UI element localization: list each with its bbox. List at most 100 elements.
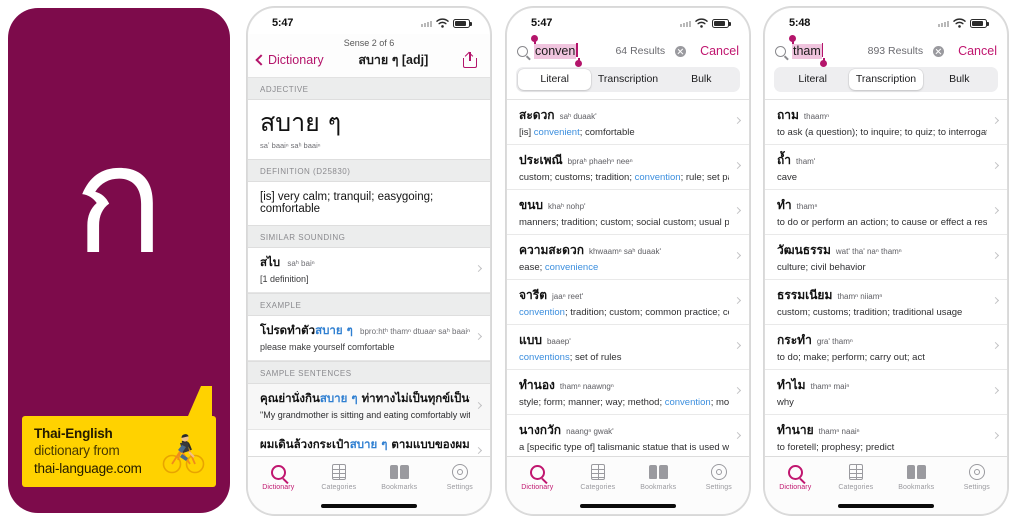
definition-text: [is] very calm; tranquil; easygoing; com… <box>260 191 434 215</box>
search-icon <box>270 464 286 480</box>
back-to-dictionary-button[interactable]: Dictionary <box>255 53 324 67</box>
sample-thai-highlight: สบาย ๆ <box>319 391 358 406</box>
selection-handle-end[interactable] <box>820 58 828 67</box>
clear-search-button[interactable] <box>933 45 945 57</box>
search-result-row[interactable]: จารีต jaaⁿ reetʹ convention; tradition; cu… <box>507 280 749 325</box>
search-result-row[interactable]: ทำไม thamⁿ maiⁿ why <box>765 370 1007 415</box>
search-result-row[interactable]: นางกวัก naangⁿ gwakʹ a [specific type of] … <box>507 415 749 456</box>
home-indicator <box>765 498 1007 514</box>
cancel-button[interactable]: Cancel <box>958 44 997 58</box>
tab-bookmarks[interactable]: Bookmarks <box>628 463 689 491</box>
search-result-row[interactable]: สะดวก saʰ duaakʹ [is] convenient; comforta… <box>507 100 749 145</box>
battery-icon <box>712 18 731 28</box>
segment-bulk[interactable]: Bulk <box>665 69 738 90</box>
chevron-right-icon <box>991 386 1000 395</box>
search-input[interactable]: conven <box>531 35 582 67</box>
tab-dictionary[interactable]: Dictionary <box>507 463 568 491</box>
chevron-right-icon <box>991 296 1000 305</box>
tab-label: Settings <box>446 483 473 491</box>
section-header-example: EXAMPLE <box>248 293 490 317</box>
cellular-signal-icon <box>680 20 691 27</box>
segment-transcription[interactable]: Transcription <box>591 69 664 90</box>
search-input[interactable]: tham <box>789 35 828 67</box>
search-result-row[interactable]: ทำนอง thamⁿ naawngⁿ style; form; manner; w… <box>507 370 749 415</box>
chevron-right-icon <box>991 251 1000 260</box>
tab-bookmarks[interactable]: Bookmarks <box>886 463 947 491</box>
example-row[interactable]: โปรดทำตัวสบาย ๆ bpro:htʰ thamⁿ dtuaaⁿ sa… <box>248 316 490 362</box>
thai-ko-kai-glyph: ก <box>73 114 165 288</box>
search-results-list[interactable]: ถาม thaamⁿ to ask (a question); to inquire… <box>765 100 1007 456</box>
tab-categories[interactable]: Categories <box>568 463 629 491</box>
sample-sentence-row[interactable]: คุณย่านั่งกินสบาย ๆ ท่าทางไม่เป็นทุกข์เป… <box>248 384 490 430</box>
search-result-row[interactable]: ทำ thamⁿ to do or perform an action; to ca… <box>765 190 1007 235</box>
chevron-right-icon <box>474 333 483 341</box>
selection-handle-end[interactable] <box>574 58 582 67</box>
results-count: 893 Results <box>867 45 924 57</box>
tab-categories[interactable]: Categories <box>309 463 370 491</box>
sample-thai-suffix: ตามแบบของผม <box>387 436 470 451</box>
search-icon <box>775 45 786 57</box>
result-definition: cave <box>777 172 798 183</box>
result-definition: a [specific type of] talismanic statue t… <box>519 442 729 453</box>
gear-icon <box>968 464 985 480</box>
result-transcription: baaepʹ <box>546 337 571 346</box>
battery-icon <box>453 18 472 28</box>
tab-settings[interactable]: Settings <box>689 463 750 491</box>
callout-line-3: thai-language.com <box>34 460 142 476</box>
tab-dictionary[interactable]: Dictionary <box>248 463 309 491</box>
segment-transcription[interactable]: Transcription <box>849 69 923 90</box>
share-icon[interactable] <box>463 51 477 68</box>
search-result-row[interactable]: ถ้ำ thamʹ cave <box>765 145 1007 190</box>
detail-content[interactable]: ADJECTIVE สบาย ๆ sa​ʼ baaiⁿ saʰ baaiⁿ DE… <box>248 78 490 456</box>
search-result-row[interactable]: ความสะดวก khwaamⁿ saʰ duaakʹ ease; conveni… <box>507 235 749 280</box>
search-result-row[interactable]: ถาม thaamⁿ to ask (a question); to inquire… <box>765 100 1007 145</box>
tab-settings[interactable]: Settings <box>947 463 1008 491</box>
search-result-row[interactable]: ธรรมเนียม thamⁿ niiamⁿ custom; customs; tr… <box>765 280 1007 325</box>
wifi-icon <box>953 18 966 28</box>
search-mode-segmented-control[interactable]: Literal Transcription Bulk <box>507 67 749 100</box>
clear-search-button[interactable] <box>675 45 687 57</box>
result-definition: style; form; manner; way; method; conven… <box>519 397 729 408</box>
selection-handle-start[interactable] <box>789 35 796 44</box>
cancel-button[interactable]: Cancel <box>700 44 739 58</box>
search-mode-segmented-control[interactable]: Literal Transcription Bulk <box>765 67 1007 100</box>
tab-bar[interactable]: Dictionary Categories Bookmarks Settings <box>507 456 749 498</box>
search-result-row[interactable]: ประเพณี bpraʰ phaehⁿ neeⁿ custom; customs;… <box>507 145 749 190</box>
chevron-right-icon <box>991 341 1000 350</box>
similar-sounding-row[interactable]: สไบ saʰ baiⁿ [1 definition] <box>248 248 490 294</box>
book-icon <box>648 465 668 479</box>
tab-dictionary[interactable]: Dictionary <box>765 463 826 491</box>
result-thai: แบบ <box>519 333 542 347</box>
selection-handle-start[interactable] <box>531 35 538 44</box>
result-transcription: khaʰ nohpʹ <box>548 202 586 211</box>
search-result-row[interactable]: วัฒนธรรม watʹ thaʹ naⁿ thamⁿ culture; civi… <box>765 235 1007 280</box>
result-transcription: bpraʰ phaehⁿ neeⁿ <box>567 157 633 166</box>
result-thai: จารีต <box>519 288 548 302</box>
segment-bulk[interactable]: Bulk <box>923 69 996 90</box>
search-input-value: tham <box>792 44 822 59</box>
chevron-right-icon <box>991 161 1000 170</box>
tab-bar[interactable]: Dictionary Categories Bookmarks Settings <box>765 456 1007 498</box>
result-definition: why <box>777 397 794 408</box>
segment-literal[interactable]: Literal <box>518 69 592 90</box>
search-result-row[interactable]: กระทำ graʹ thamⁿ to do; make; perform; car… <box>765 325 1007 370</box>
search-result-row[interactable]: ทำนาย thamⁿ naaiⁿ to foretell; prophesy; p… <box>765 415 1007 456</box>
chevron-right-icon <box>991 431 1000 440</box>
search-bar: tham 893 Results Cancel <box>765 34 1007 67</box>
text-caret <box>576 43 578 57</box>
text-caret <box>821 43 824 57</box>
tab-settings[interactable]: Settings <box>430 463 491 491</box>
result-thai: ทำไม <box>777 378 806 392</box>
tab-categories[interactable]: Categories <box>826 463 887 491</box>
tab-bar[interactable]: Dictionary Categories Bookmarks Settings <box>248 456 490 498</box>
result-thai: ถาม <box>777 108 799 122</box>
search-results-list[interactable]: สะดวก saʰ duaakʹ [is] convenient; comforta… <box>507 100 749 456</box>
segment-literal[interactable]: Literal <box>776 69 849 90</box>
search-result-row[interactable]: ขนบ khaʰ nohpʹ manners; tradition; custom;… <box>507 190 749 235</box>
tab-bookmarks[interactable]: Bookmarks <box>369 463 430 491</box>
sample-thai-prefix: คุณย่านั่งกิน <box>260 391 320 406</box>
result-definition: to do or perform an action; to cause or … <box>777 217 987 228</box>
similar-transcription: saʰ baiⁿ <box>287 259 315 268</box>
search-result-row[interactable]: แบบ baaepʹ conventions; set of rules <box>507 325 749 370</box>
sample-sentence-row[interactable]: ผมเดินล้วงกระเป๋าสบาย ๆ ตามแบบของผมphohm… <box>248 429 490 456</box>
